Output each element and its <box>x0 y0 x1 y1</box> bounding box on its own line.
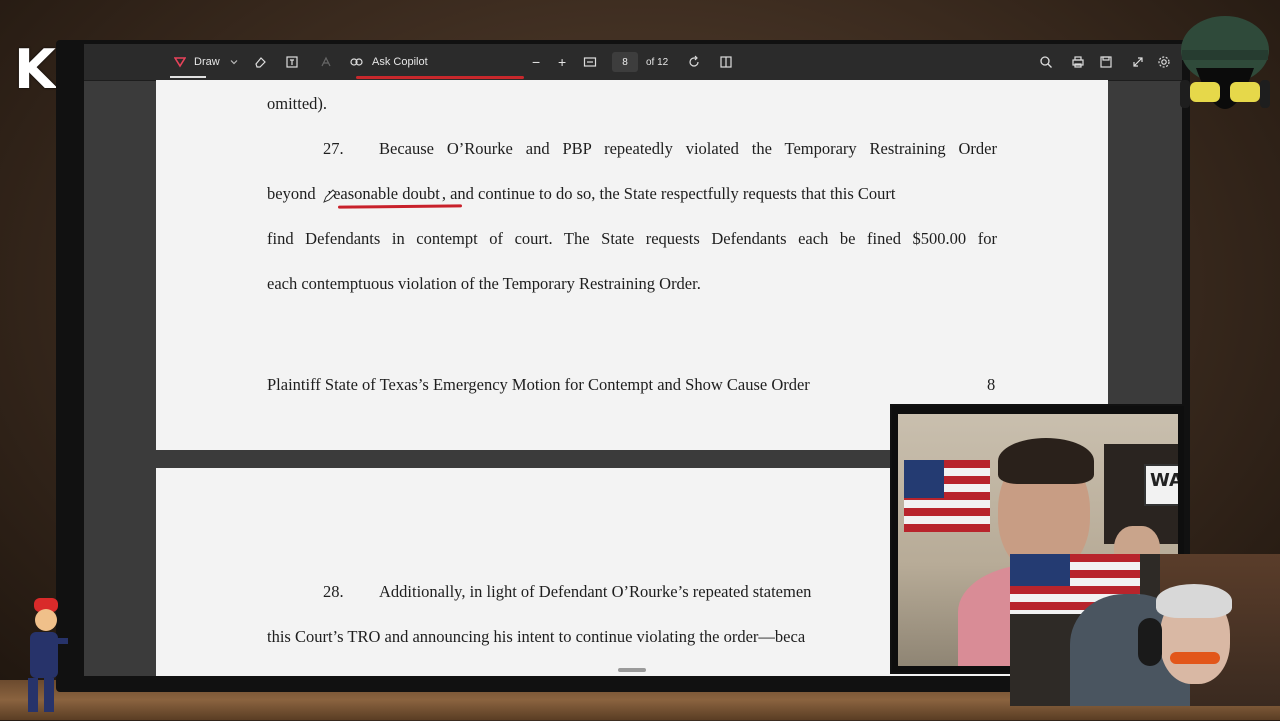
paragraph-number: 27. <box>323 139 344 158</box>
pdf-toolbar: Draw Ask Copilot − + 8 of 12 <box>84 44 1182 81</box>
pdf-page-8: omitted). 27. Because O’Rourke and PBP r… <box>156 80 1108 450</box>
search-button[interactable] <box>1038 44 1054 80</box>
ink-stroke-artifact <box>356 76 524 79</box>
host-webcam <box>1010 554 1280 706</box>
text-box-button[interactable] <box>284 44 300 80</box>
page-number-input[interactable]: 8 <box>612 44 638 80</box>
page-view-icon <box>718 54 734 70</box>
eraser-icon <box>252 54 268 70</box>
save-icon <box>1098 54 1114 70</box>
headphones-icon <box>1138 618 1162 666</box>
scroll-indicator[interactable] <box>618 668 646 672</box>
document-line: Because O’Rourke and PBP repeatedly viol… <box>379 139 997 158</box>
document-line: this Court’s TRO and announcing his inte… <box>267 627 806 646</box>
guest-hair <box>998 438 1094 484</box>
zoom-out-button[interactable]: − <box>532 44 540 80</box>
fit-width-icon <box>582 54 598 70</box>
chevron-down-icon[interactable] <box>226 54 242 70</box>
draw-active-indicator <box>170 76 206 78</box>
host-hair <box>1156 584 1232 618</box>
pen-cursor-icon <box>322 188 338 209</box>
save-button[interactable] <box>1098 44 1114 80</box>
rotate-icon <box>686 54 702 70</box>
rotate-button[interactable] <box>686 44 702 80</box>
document-line-highlighted: beyond reasonable doubt , and continue t… <box>267 184 997 204</box>
page-footer-title: Plaintiff State of Texas’s Emergency Mot… <box>267 375 810 394</box>
draw-label: Draw <box>194 56 220 68</box>
fit-page-button[interactable] <box>582 44 598 80</box>
document-text: , and continue to do so, the State respe… <box>441 184 896 203</box>
flag-canton <box>904 460 944 498</box>
document-line: Additionally, in light of Defendant O’Ro… <box>379 582 812 601</box>
text-box-icon <box>284 54 300 70</box>
annotated-phrase: reasonable doubt <box>327 184 440 203</box>
eraser-button[interactable] <box>252 44 268 80</box>
print-icon <box>1070 54 1086 70</box>
host-glasses <box>1170 652 1220 664</box>
red-ink-underline <box>337 204 463 209</box>
watch-sign: WATC <box>1144 464 1178 506</box>
read-aloud-button[interactable] <box>318 44 334 80</box>
page-number-field[interactable]: 8 <box>612 52 638 72</box>
fullscreen-button[interactable] <box>1130 44 1146 80</box>
ask-copilot-label: Ask Copilot <box>372 56 428 68</box>
document-line: find Defendants in contempt of court. Th… <box>267 229 997 248</box>
read-aloud-icon <box>318 54 334 70</box>
expand-icon <box>1130 54 1146 70</box>
mascot-figure <box>8 598 68 716</box>
zoom-in-button[interactable]: + <box>558 44 566 80</box>
channel-avatar <box>1176 10 1274 152</box>
copilot-icon <box>348 54 364 70</box>
document-line: omitted). <box>267 94 328 113</box>
document-text: beyond <box>267 184 316 203</box>
search-icon <box>1038 54 1054 70</box>
print-button[interactable] <box>1070 44 1086 80</box>
document-line: each contemptuous violation of the Tempo… <box>267 274 701 293</box>
gear-icon <box>1156 54 1172 70</box>
paragraph-number: 28. <box>323 582 344 601</box>
page-footer-number: 8 <box>987 375 996 394</box>
total-pages-label: of 12 <box>646 56 669 68</box>
pen-icon <box>172 54 188 70</box>
ask-copilot-button[interactable]: Ask Copilot <box>348 44 428 80</box>
draw-button[interactable]: Draw <box>172 44 242 80</box>
flag-canton-host <box>1010 554 1070 586</box>
page-view-button[interactable] <box>718 44 734 80</box>
settings-button[interactable] <box>1156 44 1172 80</box>
